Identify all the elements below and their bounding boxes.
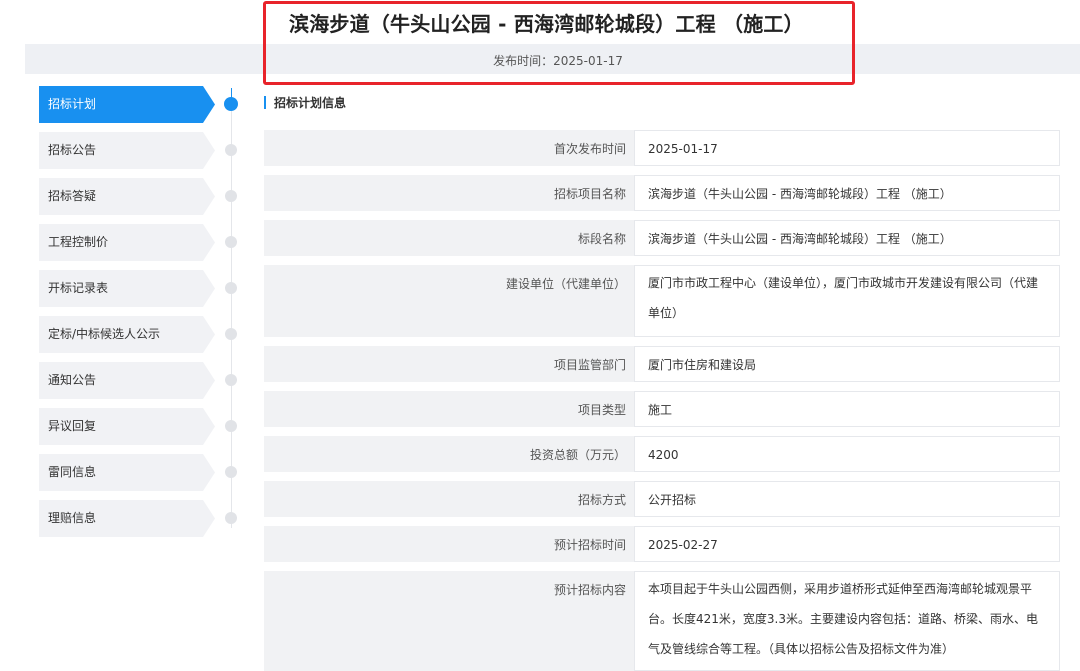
nav-item-label: 理赔信息 (48, 511, 97, 525)
timeline-dot (225, 374, 237, 386)
row-label: 建设单位（代建单位） (264, 265, 634, 337)
nav-item-label: 开标记录表 (48, 281, 109, 295)
table-row: 投资总额（万元） 4200 (264, 436, 1060, 472)
timeline-dot (224, 97, 238, 111)
table-row: 项目类型 施工 (264, 391, 1060, 427)
row-value: 2025-02-27 (634, 526, 1060, 562)
row-value: 厦门市住房和建设局 (634, 346, 1060, 382)
table-row: 建设单位（代建单位） 厦门市市政工程中心（建设单位），厦门市政城市开发建设有限公… (264, 265, 1060, 337)
timeline-dot (225, 328, 237, 340)
row-value: 2025-01-17 (634, 130, 1060, 166)
nav-item-label: 通知公告 (48, 373, 97, 387)
timeline-dot (225, 512, 237, 524)
table-row: 项目监管部门 厦门市住房和建设局 (264, 346, 1060, 382)
table-row: 预计招标时间 2025-02-27 (264, 526, 1060, 562)
row-value: 公开招标 (634, 481, 1060, 517)
nav-item-opening-record[interactable]: 开标记录表 (39, 270, 254, 307)
nav-item-notices[interactable]: 通知公告 (39, 362, 254, 399)
timeline-dot (225, 236, 237, 248)
timeline-dot (225, 420, 237, 432)
nav-item-label: 招标公告 (48, 143, 97, 157)
table-row: 首次发布时间 2025-01-17 (264, 130, 1060, 166)
row-label: 招标方式 (264, 481, 634, 517)
row-value: 4200 (634, 436, 1060, 472)
row-label: 项目监管部门 (264, 346, 634, 382)
timeline-dot (225, 190, 237, 202)
nav-item-label: 定标/中标候选人公示 (48, 327, 161, 341)
row-label: 标段名称 (264, 220, 634, 256)
table-row: 招标项目名称 滨海步道（牛头山公园 - 西海湾邮轮城段）工程 （施工） (264, 175, 1060, 211)
nav-item-control-price[interactable]: 工程控制价 (39, 224, 254, 261)
row-value: 滨海步道（牛头山公园 - 西海湾邮轮城段）工程 （施工） (634, 175, 1060, 211)
nav-item-bid-notice[interactable]: 招标公告 (39, 132, 254, 169)
page-header: 滨海步道（牛头山公园 - 西海湾邮轮城段）工程 （施工） 发布时间：2025-0… (0, 0, 1080, 85)
row-label: 预计招标内容 (264, 571, 634, 671)
nav-item-award-candidates[interactable]: 定标/中标候选人公示 (39, 316, 254, 353)
timeline-dot (225, 282, 237, 294)
nav-item-bid-plan[interactable]: 招标计划 (39, 86, 254, 123)
row-value: 厦门市市政工程中心（建设单位），厦门市政城市开发建设有限公司（代建单位） (634, 265, 1060, 337)
table-row: 预计招标内容 本项目起于牛头山公园西侧，采用步道桥形式延伸至西海湾邮轮城观景平台… (264, 571, 1060, 671)
nav-item-bid-qa[interactable]: 招标答疑 (39, 178, 254, 215)
nav-item-label: 工程控制价 (48, 235, 109, 249)
row-value: 滨海步道（牛头山公园 - 西海湾邮轮城段）工程 （施工） (634, 220, 1060, 256)
nav-item-label: 招标计划 (48, 97, 97, 111)
section-title: 招标计划信息 (264, 94, 346, 111)
timeline-dot (225, 144, 237, 156)
row-label: 项目类型 (264, 391, 634, 427)
nav-item-claims-info[interactable]: 理赔信息 (39, 500, 254, 537)
nav-item-label: 招标答疑 (48, 189, 97, 203)
nav-item-label: 雷同信息 (48, 465, 97, 479)
row-label: 预计招标时间 (264, 526, 634, 562)
table-row: 招标方式 公开招标 (264, 481, 1060, 517)
table-row: 标段名称 滨海步道（牛头山公园 - 西海湾邮轮城段）工程 （施工） (264, 220, 1060, 256)
timeline-dot (225, 466, 237, 478)
title-highlight-box (263, 1, 855, 85)
row-label: 投资总额（万元） (264, 436, 634, 472)
row-label: 招标项目名称 (264, 175, 634, 211)
nav-item-similarity-info[interactable]: 雷同信息 (39, 454, 254, 491)
nav-item-label: 异议回复 (48, 419, 97, 433)
bid-plan-info-table: 首次发布时间 2025-01-17 招标项目名称 滨海步道（牛头山公园 - 西海… (264, 130, 1060, 671)
row-value: 施工 (634, 391, 1060, 427)
sidebar-nav: 招标计划 招标公告 招标答疑 工程控制价 开标记录表 定标/中标候选人公示 通知… (39, 86, 254, 546)
row-value: 本项目起于牛头山公园西侧，采用步道桥形式延伸至西海湾邮轮城观景平台。长度421米… (634, 571, 1060, 671)
nav-item-objection-reply[interactable]: 异议回复 (39, 408, 254, 445)
row-label: 首次发布时间 (264, 130, 634, 166)
